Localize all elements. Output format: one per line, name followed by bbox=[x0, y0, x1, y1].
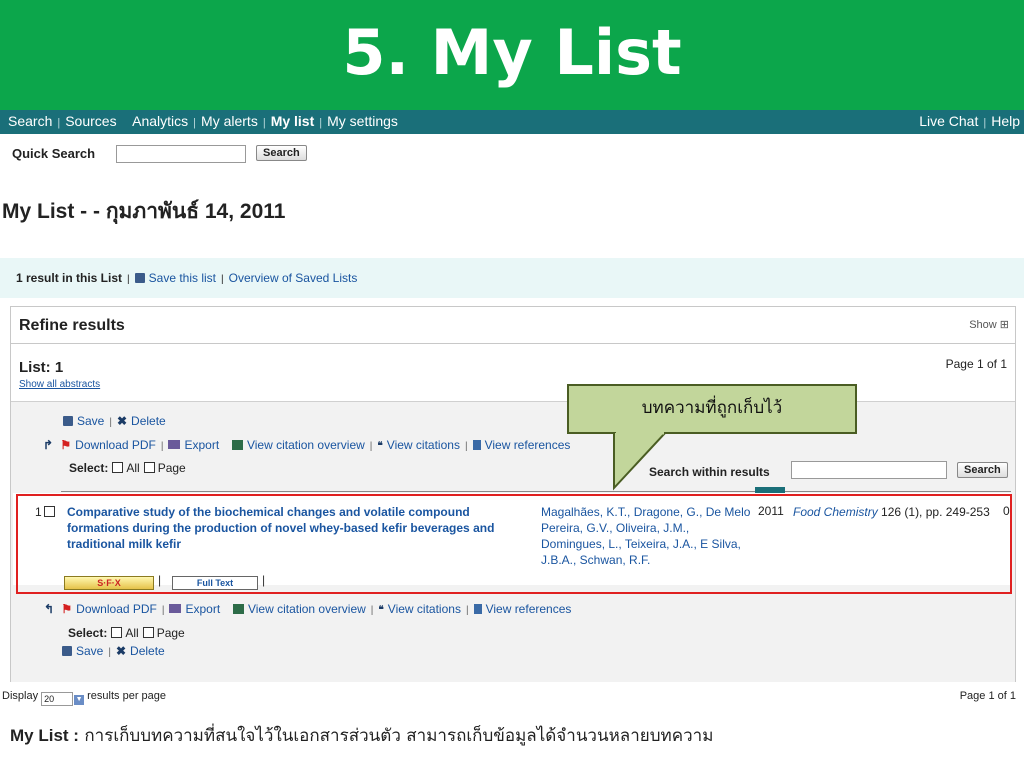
title-banner: 5. My List bbox=[0, 0, 1024, 110]
select-page-checkbox-bottom[interactable] bbox=[142, 627, 154, 638]
save-icon bbox=[63, 416, 73, 426]
arrow-down-icon: ↱ bbox=[43, 438, 54, 452]
callout-text: บทความที่ถูกเก็บไว้ bbox=[641, 398, 783, 418]
delete-button-bottom[interactable]: Delete bbox=[130, 644, 165, 658]
pdf-icon: ⚑ bbox=[61, 602, 73, 616]
nav-help[interactable]: Help bbox=[991, 113, 1020, 129]
table-header-line bbox=[61, 491, 1011, 492]
overview-saved-lists-link[interactable]: Overview of Saved Lists bbox=[229, 271, 358, 285]
refine-show-toggle[interactable]: Show ⊞ bbox=[969, 318, 1009, 331]
page-indicator-bottom: Page 1 of 1 bbox=[959, 690, 1016, 702]
list-count: List: 1 bbox=[19, 359, 64, 376]
nav-analytics[interactable]: Analytics bbox=[132, 113, 188, 129]
display-suffix: results per page bbox=[87, 690, 167, 702]
delete-icon: ✖ bbox=[116, 414, 128, 428]
list-info-bar: 1 result in this List | Save this list | Ove… bbox=[0, 258, 1024, 298]
slide-caption: My List : การเก็บบทความที่สนใจไว้ในเอกสา… bbox=[10, 722, 1014, 749]
search-within-input[interactable] bbox=[791, 461, 947, 479]
select-all-checkbox[interactable] bbox=[112, 462, 124, 473]
page-indicator-top: Page 1 of 1 bbox=[945, 357, 1007, 371]
nav-sources[interactable]: Sources bbox=[65, 113, 116, 129]
pdf-icon: ⚑ bbox=[60, 438, 72, 452]
expand-icon: ⊞ bbox=[999, 319, 1009, 331]
quick-search-bar: Quick Search Search bbox=[0, 134, 1024, 174]
select-page-checkbox[interactable] bbox=[143, 462, 155, 473]
view-citations-link-bottom[interactable]: View citations bbox=[388, 602, 461, 616]
save-icon bbox=[62, 646, 72, 656]
display-row: Display 20 ▼ results per page Page 1 of 1 bbox=[0, 688, 1024, 706]
citation-overview-icon bbox=[231, 440, 243, 450]
callout: บทความที่ถูกเก็บไว้ bbox=[567, 384, 857, 434]
results-per-page-select[interactable]: 20 bbox=[41, 692, 74, 706]
display-label: Display bbox=[2, 690, 39, 702]
citations-icon: ❝ bbox=[378, 605, 384, 616]
references-icon bbox=[473, 604, 482, 614]
view-citations-link[interactable]: View citations bbox=[387, 438, 460, 452]
citations-icon: ❝ bbox=[377, 441, 383, 452]
export-link-bottom[interactable]: Export bbox=[185, 602, 220, 616]
export-icon bbox=[168, 440, 181, 449]
citation-overview-link[interactable]: View citation overview bbox=[247, 438, 365, 452]
result-count: 1 result in this List bbox=[16, 271, 123, 285]
select-page-label: Page bbox=[157, 461, 186, 475]
save-list-link[interactable]: Save this list bbox=[149, 271, 216, 285]
select-all-checkbox-bottom[interactable] bbox=[111, 627, 123, 638]
delete-icon: ✖ bbox=[115, 644, 127, 658]
select-label: Select: bbox=[69, 461, 109, 475]
quick-search-input[interactable] bbox=[116, 145, 246, 163]
chevron-down-icon[interactable]: ▼ bbox=[74, 695, 85, 705]
nav-my-list[interactable]: My list bbox=[271, 113, 315, 129]
select-all-label-bottom: All bbox=[125, 626, 139, 640]
nav-search[interactable]: Search bbox=[8, 113, 52, 129]
export-link[interactable]: Export bbox=[184, 438, 219, 452]
slide-title: 5. My List bbox=[342, 16, 682, 89]
save-button[interactable]: Save bbox=[77, 414, 104, 428]
caption-text: การเก็บบทความที่สนใจไว้ในเอกสารส่วนตัว ส… bbox=[78, 726, 714, 746]
save-icon bbox=[134, 273, 145, 283]
download-pdf-link-bottom[interactable]: Download PDF bbox=[76, 602, 157, 616]
result-highlight-box bbox=[16, 494, 1012, 594]
download-pdf-link[interactable]: Download PDF bbox=[75, 438, 156, 452]
arrow-up-icon: ↰ bbox=[44, 602, 55, 616]
search-within-button[interactable]: Search bbox=[957, 462, 1008, 478]
quick-search-button[interactable]: Search bbox=[256, 145, 307, 161]
top-nav: Search | Sources Analytics | My alerts | My li… bbox=[0, 110, 1024, 134]
callout-pointer bbox=[613, 432, 668, 491]
references-icon bbox=[472, 440, 481, 450]
citation-overview-link-bottom[interactable]: View citation overview bbox=[248, 602, 366, 616]
page-title: My List - - กุมภาพันธ์ 14, 2011 bbox=[2, 200, 286, 223]
refine-title: Refine results bbox=[19, 317, 125, 334]
delete-button[interactable]: Delete bbox=[131, 414, 166, 428]
view-references-link[interactable]: View references bbox=[485, 438, 571, 452]
nav-my-settings[interactable]: My settings bbox=[327, 113, 398, 129]
citation-overview-icon bbox=[232, 604, 244, 614]
nav-my-alerts[interactable]: My alerts bbox=[201, 113, 258, 129]
quick-search-label: Quick Search bbox=[12, 146, 96, 161]
select-label-bottom: Select: bbox=[68, 626, 108, 640]
view-references-link-bottom[interactable]: View references bbox=[486, 602, 572, 616]
caption-label: My List : bbox=[10, 726, 79, 745]
save-button-bottom[interactable]: Save bbox=[76, 644, 103, 658]
refine-results-bar: Refine results Show ⊞ bbox=[11, 307, 1015, 344]
select-page-label-bottom: Page bbox=[156, 626, 185, 640]
nav-live-chat[interactable]: Live Chat bbox=[919, 113, 978, 129]
select-all-label: All bbox=[126, 461, 140, 475]
export-icon bbox=[169, 604, 182, 613]
show-all-abstracts-link[interactable]: Show all abstracts bbox=[19, 379, 100, 390]
